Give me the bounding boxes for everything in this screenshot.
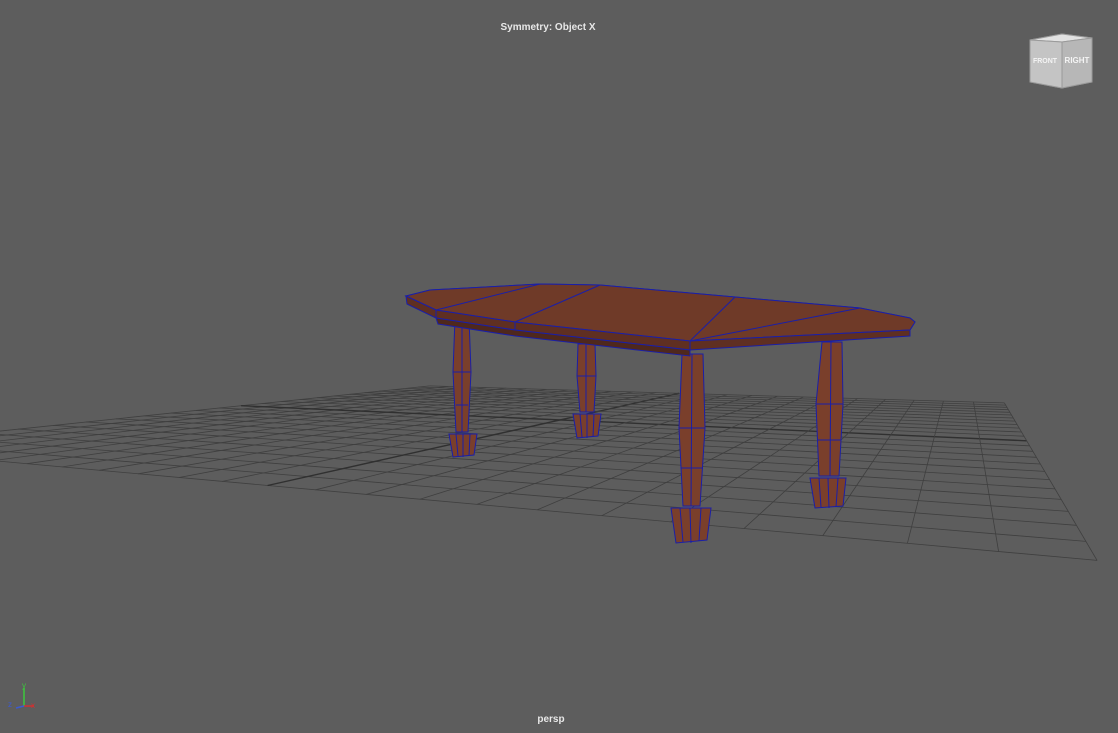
grid-line xyxy=(0,450,1086,542)
grid-line xyxy=(907,401,944,544)
y-axis-label: y xyxy=(22,681,26,690)
view-cube-front-label: FRONT xyxy=(1033,58,1058,65)
perspective-viewport[interactable]: Symmetry: Object X persp FRONT RIGHT y x… xyxy=(0,0,1118,733)
grid-line xyxy=(973,401,999,552)
grid-line xyxy=(0,386,468,442)
grid-line xyxy=(601,397,831,517)
view-cube[interactable]: FRONT RIGHT xyxy=(1026,32,1096,90)
grid-line xyxy=(1004,402,1098,561)
axis-orientation-gizmo: y x z xyxy=(8,681,35,710)
ground-grid xyxy=(0,385,1098,561)
scene-canvas[interactable] xyxy=(0,0,1118,733)
z-axis-line xyxy=(15,705,25,709)
table-leg-front-right[interactable] xyxy=(809,341,847,509)
grid-line xyxy=(0,460,1098,561)
table-leg-front-left[interactable] xyxy=(670,353,712,544)
x-axis-label: x xyxy=(31,701,35,710)
grid-line xyxy=(0,388,527,461)
camera-name-label: persp xyxy=(537,714,565,725)
grid-line xyxy=(317,397,1018,425)
z-axis-label: z xyxy=(8,700,12,709)
view-cube-right-label: RIGHT xyxy=(1065,56,1090,65)
symmetry-status-label: Symmetry: Object X xyxy=(500,22,596,33)
